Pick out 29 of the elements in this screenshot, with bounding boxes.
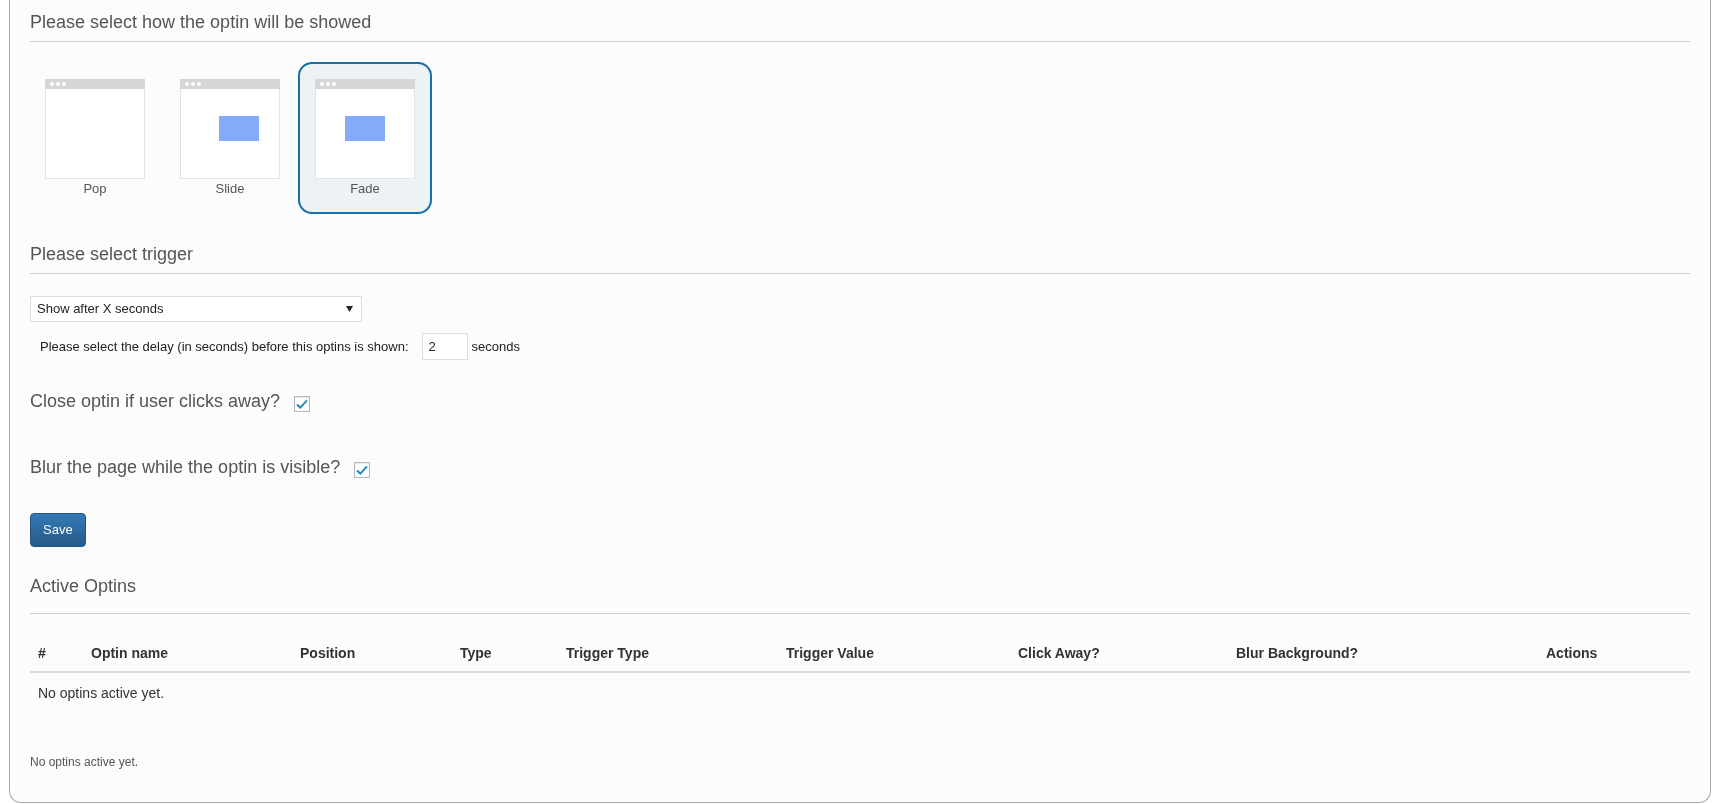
caret-icon: [346, 306, 353, 312]
section-heading: Active Optins: [30, 576, 137, 596]
display-option[interactable]: Fade: [298, 62, 432, 214]
check-icon: [296, 399, 309, 409]
delay-label: Please select the delay (in seconds) before this optins is shown:: [40, 337, 409, 356]
empty-table-message: No optins active yet.: [38, 685, 165, 701]
column-header: Optin name: [83, 635, 292, 672]
trigger-select[interactable]: Show after X seconds: [30, 296, 362, 322]
column-header: Trigger Value: [778, 635, 1010, 672]
unit-label: seconds: [471, 337, 520, 356]
column-header: Trigger Type: [558, 635, 778, 672]
section-heading: Please select how the optin will be showed: [30, 12, 372, 32]
footer-note: No optins active yet.: [30, 754, 139, 770]
column-header: Click Away?: [1010, 635, 1228, 672]
display-option[interactable]: Pop: [28, 62, 162, 214]
delay-input[interactable]: 2: [421, 333, 468, 360]
column-header: Position: [292, 635, 452, 672]
column-header: Actions: [1538, 635, 1690, 672]
setting-label: Blur the page while the optin is visible?: [30, 457, 341, 477]
setting-label: Close optin if user clicks away?: [30, 391, 281, 411]
column-header: #: [30, 635, 83, 672]
column-header: Type: [452, 635, 558, 672]
checkbox[interactable]: [354, 462, 371, 478]
column-header: Blur Background?: [1228, 635, 1538, 672]
section-heading: Please select trigger: [30, 244, 194, 264]
save-button[interactable]: Save: [30, 513, 86, 547]
check-icon: [356, 465, 369, 475]
checkbox[interactable]: [294, 396, 311, 412]
display-option[interactable]: Slide: [163, 62, 297, 214]
